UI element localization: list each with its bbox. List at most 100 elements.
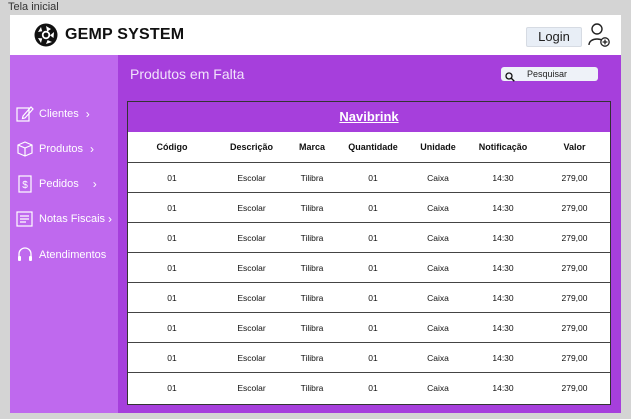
table-header-row: Código Descrição Marca Quantidade Unidad… bbox=[128, 132, 610, 163]
sidebar-item-pedidos[interactable]: $ Pedidos › bbox=[16, 174, 97, 194]
column-header-notificacao[interactable]: Notificação bbox=[467, 132, 539, 162]
cell-notificacao: 14:30 bbox=[492, 202, 514, 213]
login-button[interactable]: Login bbox=[526, 27, 582, 47]
sidebar-item-label: Clientes bbox=[39, 108, 79, 120]
cell-notificacao: 14:30 bbox=[492, 352, 514, 363]
cell-quantidade: 01 bbox=[368, 232, 378, 243]
table-row[interactable]: 01 Escolar Tilibra 01 Caixa 14:30 279,00 bbox=[128, 163, 610, 193]
cell-quantidade: 01 bbox=[368, 382, 378, 393]
search-label: Pesquisar bbox=[527, 69, 568, 79]
cell-quantidade: 01 bbox=[368, 262, 378, 273]
products-table: Navibrink Código Descrição Marca Quantid… bbox=[127, 101, 611, 405]
cell-codigo: 01 bbox=[167, 262, 177, 273]
sidebar-item-atendimentos[interactable]: Atendimentos bbox=[16, 245, 106, 265]
table-caption-bar: Navibrink bbox=[128, 102, 610, 132]
cell-marca: Tilibra bbox=[300, 202, 324, 213]
column-header-descricao[interactable]: Descrição bbox=[216, 132, 287, 162]
cell-notificacao: 14:30 bbox=[492, 322, 514, 333]
cell-codigo: 01 bbox=[167, 172, 177, 183]
cell-notificacao: 14:30 bbox=[492, 262, 514, 273]
sidebar-item-clientes[interactable]: Clientes › bbox=[16, 104, 90, 124]
cell-codigo: 01 bbox=[167, 232, 177, 243]
cell-descricao: Escolar bbox=[237, 382, 266, 393]
column-header-unidade[interactable]: Unidade bbox=[409, 132, 467, 162]
sidebar-item-label: Notas Fiscais bbox=[39, 213, 106, 225]
sidebar: Clientes › Produtos › $ Pedidos › Notas … bbox=[10, 55, 118, 413]
table-caption[interactable]: Navibrink bbox=[339, 109, 398, 124]
sidebar-item-label: Pedidos bbox=[39, 178, 79, 190]
cell-unidade: Caixa bbox=[427, 352, 449, 363]
app-window: GEMP SYSTEM Login Clientes › Produtos › … bbox=[10, 15, 621, 413]
page-title: Produtos em Falta bbox=[130, 66, 245, 82]
cell-unidade: Caixa bbox=[427, 322, 449, 333]
app-logo[interactable]: GEMP SYSTEM bbox=[34, 23, 184, 47]
cell-unidade: Caixa bbox=[427, 172, 449, 183]
cell-codigo: 01 bbox=[167, 322, 177, 333]
cell-quantidade: 01 bbox=[368, 322, 378, 333]
cell-valor: 279,00 bbox=[561, 292, 588, 303]
table-row[interactable]: 01 Escolar Tilibra 01 Caixa 14:30 279,00 bbox=[128, 193, 610, 223]
column-header-marca[interactable]: Marca bbox=[287, 132, 337, 162]
chevron-right-icon: › bbox=[108, 212, 113, 226]
sidebar-item-label: Atendimentos bbox=[39, 249, 107, 261]
sidebar-item-label: Produtos bbox=[39, 143, 84, 155]
svg-text:$: $ bbox=[22, 180, 28, 191]
column-header-valor[interactable]: Valor bbox=[539, 132, 610, 162]
cell-quantidade: 01 bbox=[368, 352, 378, 363]
column-header-quantidade[interactable]: Quantidade bbox=[337, 132, 409, 162]
box-icon bbox=[16, 140, 34, 158]
app-name: GEMP SYSTEM bbox=[65, 26, 185, 43]
cell-unidade: Caixa bbox=[427, 232, 449, 243]
search-button[interactable]: Pesquisar bbox=[501, 67, 598, 82]
cell-descricao: Escolar bbox=[237, 172, 266, 183]
cell-unidade: Caixa bbox=[427, 202, 449, 213]
cell-valor: 279,00 bbox=[561, 382, 588, 393]
cell-descricao: Escolar bbox=[237, 292, 266, 303]
cell-valor: 279,00 bbox=[561, 262, 588, 273]
search-icon bbox=[505, 69, 515, 82]
edit-icon bbox=[16, 105, 34, 123]
table-row[interactable]: 01 Escolar Tilibra 01 Caixa 14:30 279,00 bbox=[128, 223, 610, 253]
chevron-right-icon: › bbox=[92, 177, 97, 191]
document-icon bbox=[16, 210, 34, 228]
cell-descricao: Escolar bbox=[237, 352, 266, 363]
user-add-icon[interactable] bbox=[587, 22, 611, 53]
receipt-icon: $ bbox=[16, 175, 34, 193]
cell-descricao: Escolar bbox=[237, 322, 266, 333]
content-header: Produtos em Falta Pesquisar bbox=[118, 55, 621, 95]
table-row[interactable]: 01 Escolar Tilibra 01 Caixa 14:30 279,00 bbox=[128, 313, 610, 343]
table-row[interactable]: 01 Escolar Tilibra 01 Caixa 14:30 279,00 bbox=[128, 373, 610, 402]
table-row[interactable]: 01 Escolar Tilibra 01 Caixa 14:30 279,00 bbox=[128, 253, 610, 283]
cell-unidade: Caixa bbox=[427, 292, 449, 303]
cell-notificacao: 14:30 bbox=[492, 172, 514, 183]
table-row[interactable]: 01 Escolar Tilibra 01 Caixa 14:30 279,00 bbox=[128, 343, 610, 373]
cell-marca: Tilibra bbox=[300, 382, 324, 393]
cell-valor: 279,00 bbox=[561, 172, 588, 183]
cell-notificacao: 14:30 bbox=[492, 292, 514, 303]
cell-codigo: 01 bbox=[167, 202, 177, 213]
sidebar-item-produtos[interactable]: Produtos › bbox=[16, 139, 94, 159]
table-row[interactable]: 01 Escolar Tilibra 01 Caixa 14:30 279,00 bbox=[128, 283, 610, 313]
cell-codigo: 01 bbox=[167, 292, 177, 303]
cell-valor: 279,00 bbox=[561, 232, 588, 243]
cell-descricao: Escolar bbox=[237, 232, 266, 243]
cell-marca: Tilibra bbox=[300, 262, 324, 273]
cell-marca: Tilibra bbox=[300, 232, 324, 243]
frame-label: Tela inicial bbox=[8, 1, 59, 13]
cell-descricao: Escolar bbox=[237, 262, 266, 273]
column-header-codigo[interactable]: Código bbox=[128, 132, 216, 162]
sidebar-item-notas-fiscais[interactable]: Notas Fiscais › bbox=[16, 209, 112, 229]
cell-marca: Tilibra bbox=[300, 352, 324, 363]
cell-codigo: 01 bbox=[167, 382, 177, 393]
chevron-right-icon: › bbox=[85, 107, 90, 121]
cell-notificacao: 14:30 bbox=[492, 382, 514, 393]
cell-quantidade: 01 bbox=[368, 292, 378, 303]
main-content: Navibrink Código Descrição Marca Quantid… bbox=[118, 95, 621, 413]
headset-icon bbox=[16, 246, 34, 264]
top-bar: GEMP SYSTEM Login bbox=[10, 15, 621, 55]
cell-descricao: Escolar bbox=[237, 202, 266, 213]
shutter-logo-icon bbox=[34, 23, 58, 47]
cell-valor: 279,00 bbox=[561, 352, 588, 363]
cell-quantidade: 01 bbox=[368, 202, 378, 213]
cell-valor: 279,00 bbox=[561, 202, 588, 213]
